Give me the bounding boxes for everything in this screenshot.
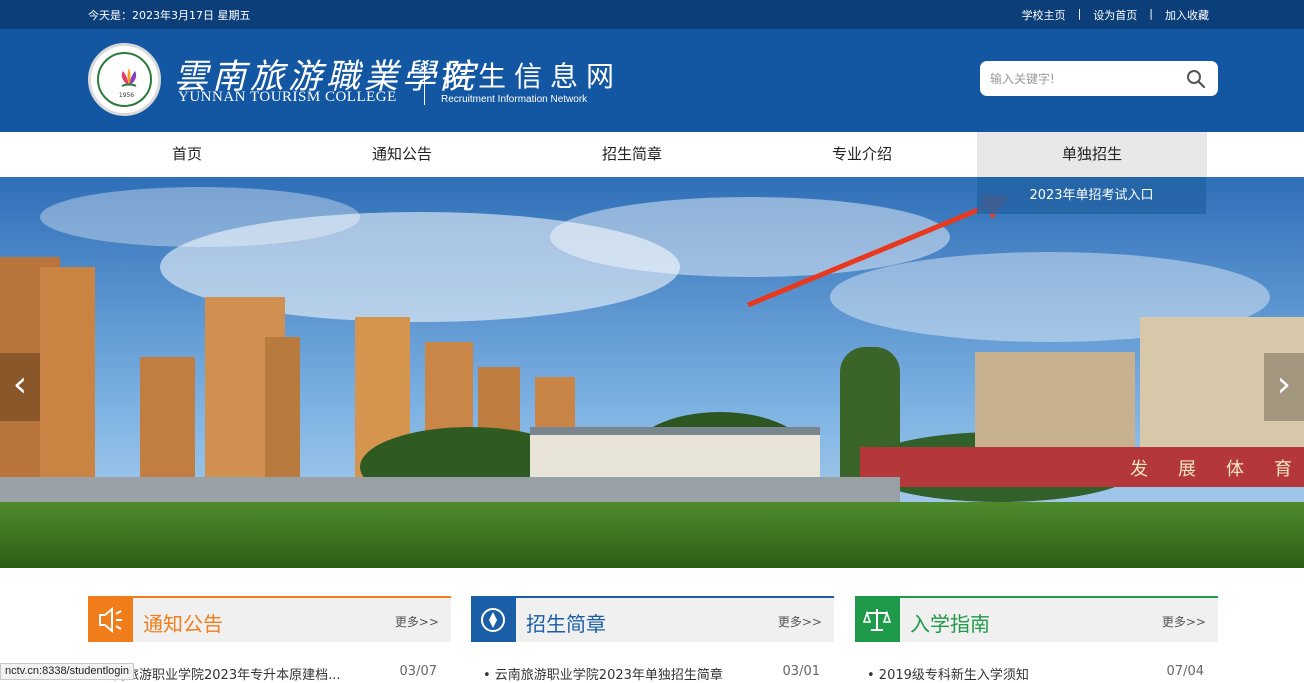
- search-input[interactable]: [990, 68, 1170, 90]
- main-nav: 首页 通知公告 招生简章 专业介绍 单独招生: [0, 132, 1304, 177]
- current-date: 今天是：2023年3月17日 星期五: [88, 9, 251, 22]
- speaker-icon: [88, 598, 133, 642]
- hero-banner: 发展体育: [0, 177, 1304, 568]
- logo-year: 1956: [118, 92, 135, 99]
- sports-wall-sign: 发展体育: [1130, 459, 1304, 480]
- site-header: 1956 雲南旅游職業學院 YUNNAN TOURISM COLLEGE 招生信…: [0, 29, 1304, 132]
- nav-admission-brochure[interactable]: 招生简章: [517, 132, 747, 177]
- nav-home[interactable]: 首页: [72, 132, 302, 177]
- site-subtitle: Recruitment Information Network: [441, 94, 588, 105]
- search-icon[interactable]: [1186, 69, 1206, 89]
- separator: |: [1149, 7, 1153, 20]
- panel-title: 招生简章: [526, 612, 606, 636]
- site-title: 招生信息网: [442, 60, 623, 93]
- list-item-date: 07/04: [1166, 664, 1204, 679]
- nav-notices[interactable]: 通知公告: [287, 132, 517, 177]
- logo-flower-icon: [121, 68, 137, 87]
- list-item-date: 03/07: [399, 664, 437, 679]
- college-logo[interactable]: 1956: [88, 43, 161, 116]
- header-divider: [424, 61, 425, 105]
- add-favorite-link[interactable]: 加入收藏: [1165, 7, 1209, 23]
- enrollment-guide-panel: 入学指南 更多>> • 2019级专科新生入学须知 07/04: [855, 596, 1218, 683]
- banner-prev-button[interactable]: ‹: [0, 353, 40, 421]
- separator: |: [1077, 7, 1082, 20]
- more-link[interactable]: 更多>>: [778, 613, 822, 630]
- set-homepage-link[interactable]: 设为首页: [1093, 7, 1137, 23]
- banner-next-button[interactable]: ›: [1264, 353, 1304, 421]
- campus-photo: 发展体育: [0, 177, 1304, 568]
- nav-majors[interactable]: 专业介绍: [747, 132, 977, 177]
- panel-header: 入学指南 更多>>: [855, 596, 1218, 642]
- search-box: [980, 61, 1218, 96]
- panel-header: 通知公告 更多>>: [88, 596, 451, 642]
- list-item-date: 03/01: [782, 664, 820, 679]
- browser-status-url: nctv.cn:8338/studentlogin: [0, 663, 134, 680]
- scales-icon: [855, 598, 900, 642]
- notices-panel: 通知公告 更多>> 云南旅游职业学院2023年专升本原建档... 03/07: [88, 596, 451, 683]
- dropdown-exam-entry[interactable]: 2023年单招考试入口: [977, 177, 1206, 214]
- brochure-panel: 招生简章 更多>> • 云南旅游职业学院2023年单独招生简章 03/01: [471, 596, 834, 683]
- list-item-title[interactable]: • 云南旅游职业学院2023年单独招生简章: [483, 664, 723, 683]
- panel-title: 通知公告: [143, 612, 223, 636]
- panel-header: 招生简章 更多>>: [471, 596, 834, 642]
- panel-title: 入学指南: [910, 612, 990, 636]
- more-link[interactable]: 更多>>: [395, 613, 439, 630]
- more-link[interactable]: 更多>>: [1162, 613, 1206, 630]
- compass-icon: [471, 598, 516, 642]
- top-links: 学校主页 | 设为首页 | 加入收藏: [1022, 7, 1209, 23]
- list-item-title[interactable]: • 2019级专科新生入学须知: [867, 664, 1029, 683]
- school-home-link[interactable]: 学校主页: [1022, 7, 1066, 23]
- college-english-name: YUNNAN TOURISM COLLEGE: [178, 89, 397, 105]
- list-item-title[interactable]: 云南旅游职业学院2023年专升本原建档...: [100, 664, 340, 683]
- top-bar: 今天是：2023年3月17日 星期五 学校主页 | 设为首页 | 加入收藏: [0, 0, 1304, 29]
- nav-independent-enrollment[interactable]: 单独招生: [977, 132, 1207, 177]
